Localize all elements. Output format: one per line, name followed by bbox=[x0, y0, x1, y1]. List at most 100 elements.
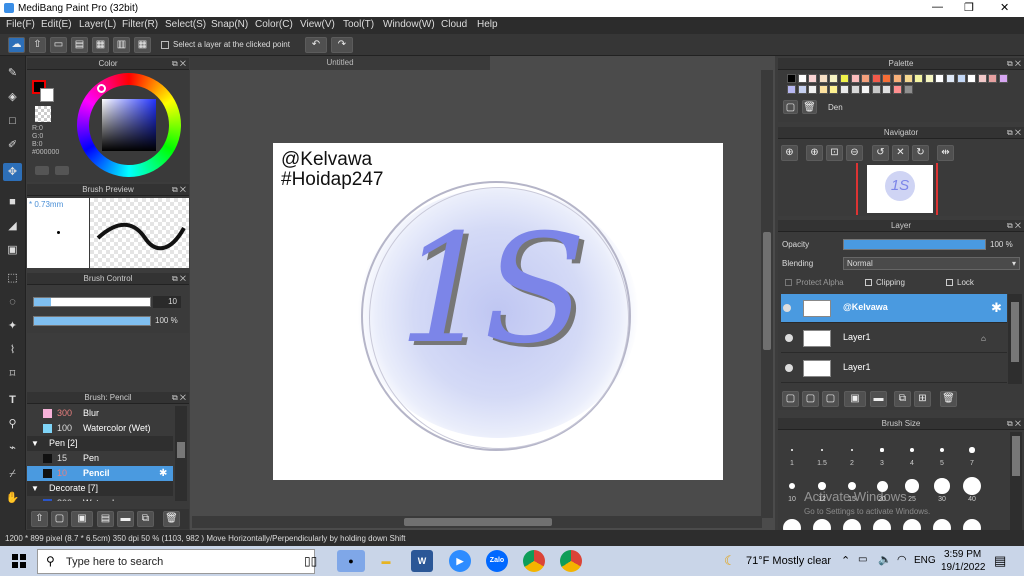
brush-group-row[interactable]: ▼ Pen [2] bbox=[27, 436, 173, 451]
visibility-icon[interactable] bbox=[785, 334, 793, 342]
blending-select[interactable]: Normal ▾ bbox=[843, 257, 1020, 270]
menu-select[interactable]: Select(S) bbox=[165, 19, 206, 30]
panel-close-icon[interactable]: ⧉ ✕ bbox=[172, 184, 186, 196]
panel-close-icon[interactable]: ⧉ ✕ bbox=[172, 58, 186, 70]
cloud-icon[interactable]: ☁ bbox=[8, 37, 25, 53]
weather-text[interactable]: 71°F Mostly clear bbox=[746, 555, 831, 567]
palette-swatch[interactable] bbox=[871, 74, 881, 83]
tray-speaker-icon[interactable]: 🔈 bbox=[878, 553, 892, 566]
tray-wifi-icon[interactable]: ◠ bbox=[897, 553, 907, 566]
zoom-in-icon[interactable]: ⊕ bbox=[781, 145, 798, 161]
layer-scrollbar[interactable] bbox=[1008, 294, 1022, 384]
palette-swatch[interactable] bbox=[924, 74, 934, 83]
zoom-icon[interactable]: ▶ bbox=[449, 550, 471, 572]
zoom-out-icon[interactable]: ⊖ bbox=[846, 145, 863, 161]
comment-icon[interactable]: ▭ bbox=[50, 37, 67, 53]
chat-icon[interactable]: ▤ bbox=[71, 37, 88, 53]
clock-date[interactable]: 19/1/2022 bbox=[941, 562, 986, 573]
document-icon[interactable]: ▦ bbox=[92, 37, 109, 53]
brush-group-row[interactable]: ▼ Decorate [7] bbox=[27, 481, 173, 496]
brush-size-slider[interactable] bbox=[33, 297, 151, 307]
transparent-swatch[interactable] bbox=[35, 106, 51, 122]
reset-rotate-icon[interactable]: ✕ bbox=[892, 145, 909, 161]
gear-icon[interactable]: ✱ bbox=[991, 300, 1002, 316]
brush-folder-icon[interactable]: ▬ bbox=[117, 511, 134, 527]
brush-settings-icon[interactable]: ▤ bbox=[97, 511, 114, 527]
palette-swatch[interactable] bbox=[999, 74, 1008, 83]
brush-size-cell[interactable]: 1.5 bbox=[810, 438, 834, 472]
palette-swatch[interactable] bbox=[840, 74, 849, 83]
new-palette-icon[interactable]: ▢ bbox=[783, 100, 798, 114]
palette-name[interactable]: Den bbox=[828, 103, 843, 112]
text-tool-icon[interactable]: T bbox=[3, 391, 22, 409]
palette-swatch[interactable] bbox=[840, 85, 849, 94]
brush-item-row[interactable]: 10 Pencil ✱ bbox=[27, 466, 173, 481]
word-icon[interactable]: W bbox=[411, 550, 433, 572]
clock-time[interactable]: 3:59 PM bbox=[944, 549, 981, 560]
panel-close-icon[interactable]: ⧉ ✕ bbox=[1007, 127, 1021, 139]
minimize-icon[interactable]: — bbox=[932, 1, 943, 13]
new-layer-3-icon[interactable]: ▢ bbox=[822, 391, 839, 407]
palette-swatch[interactable] bbox=[903, 85, 913, 94]
clipping-checkbox[interactable] bbox=[865, 279, 872, 286]
visibility-icon[interactable] bbox=[783, 304, 791, 312]
color-mode-icon[interactable] bbox=[55, 166, 69, 175]
layer-row-layer1-2[interactable]: Layer1 bbox=[781, 354, 1007, 383]
grid-icon[interactable]: ▦ bbox=[134, 37, 151, 53]
close-icon[interactable]: ✕ bbox=[1000, 1, 1009, 14]
dropper-tool-icon[interactable]: ⌁ bbox=[3, 439, 22, 457]
panel-close-icon[interactable]: ⧉ ✕ bbox=[1007, 220, 1021, 232]
menu-color[interactable]: Color(C) bbox=[255, 19, 293, 30]
folder-icon[interactable]: ▬ bbox=[870, 391, 887, 407]
palette-swatch[interactable] bbox=[850, 85, 860, 94]
merge-layer-icon[interactable]: ⊞ bbox=[914, 391, 931, 407]
select-tool-icon[interactable]: ⬚ bbox=[3, 269, 22, 287]
palette-swatch[interactable] bbox=[797, 85, 807, 94]
maximize-icon[interactable]: ❐ bbox=[964, 1, 974, 14]
palette-swatch[interactable] bbox=[946, 74, 955, 83]
brush-size-scrollbar[interactable] bbox=[1010, 432, 1022, 530]
brush-size-cell[interactable]: 30 bbox=[930, 474, 954, 508]
layout-icon[interactable]: ▥ bbox=[113, 37, 130, 53]
menu-filter[interactable]: Filter(R) bbox=[122, 19, 158, 30]
zalo-icon[interactable]: Zalo bbox=[486, 550, 508, 572]
select-pen-tool-icon[interactable]: ⌇ bbox=[3, 341, 22, 359]
menu-file[interactable]: File(F) bbox=[6, 19, 35, 30]
brush-item-row[interactable]: 100 Watercolor (Wet) bbox=[27, 421, 173, 436]
palette-swatch[interactable] bbox=[871, 85, 881, 94]
menu-tool[interactable]: Tool(T) bbox=[343, 19, 374, 30]
notification-icon[interactable]: ▤ bbox=[994, 553, 1006, 569]
brush-size-cell[interactable]: 4 bbox=[900, 438, 924, 472]
chrome-profile-icon[interactable] bbox=[560, 550, 582, 572]
brush-size-cell[interactable]: 3 bbox=[870, 438, 894, 472]
brush-size-cell[interactable]: 10 bbox=[780, 474, 804, 508]
layer-opacity-slider[interactable] bbox=[843, 239, 986, 250]
lock-checkbox[interactable] bbox=[946, 279, 953, 286]
layer-add-menu-icon[interactable]: ▣ bbox=[844, 391, 866, 407]
fill-rect-tool-icon[interactable]: ■ bbox=[3, 193, 22, 211]
tray-network-icon[interactable]: ▭ bbox=[858, 554, 867, 565]
magic-wand-tool-icon[interactable]: ✦ bbox=[3, 317, 22, 335]
gear-icon[interactable]: ✱ bbox=[159, 466, 167, 481]
windows-start-icon[interactable] bbox=[12, 554, 26, 568]
brush-list-scrollbar[interactable] bbox=[175, 406, 187, 501]
palette-swatch[interactable] bbox=[808, 74, 818, 83]
menu-layer[interactable]: Layer(L) bbox=[79, 19, 116, 30]
palette-swatch[interactable] bbox=[787, 74, 796, 83]
palette-swatch[interactable] bbox=[797, 74, 807, 83]
bucket-tool-icon[interactable]: ◢ bbox=[3, 217, 22, 235]
redo-button[interactable]: ↷ bbox=[331, 37, 353, 53]
drawing-canvas[interactable]: @Kelvawa #Hoidap247 1S bbox=[273, 143, 723, 480]
palette-swatch[interactable] bbox=[818, 85, 828, 94]
duplicate-layer-icon[interactable]: ⧉ bbox=[894, 391, 911, 407]
rectangle-tool-icon[interactable]: □ bbox=[3, 112, 22, 130]
saturation-square[interactable] bbox=[102, 99, 156, 151]
palette-swatch[interactable] bbox=[882, 74, 892, 83]
menu-view[interactable]: View(V) bbox=[300, 19, 335, 30]
operation-tool-icon[interactable]: ⚲ bbox=[3, 415, 22, 433]
palette-swatch[interactable] bbox=[882, 85, 892, 94]
layer-row-layer1[interactable]: Layer1 ⌂ bbox=[781, 324, 1007, 353]
brush-item-row[interactable]: 300 Blur bbox=[27, 406, 173, 421]
chrome-icon[interactable] bbox=[523, 550, 545, 572]
palette-swatch[interactable] bbox=[861, 74, 871, 83]
